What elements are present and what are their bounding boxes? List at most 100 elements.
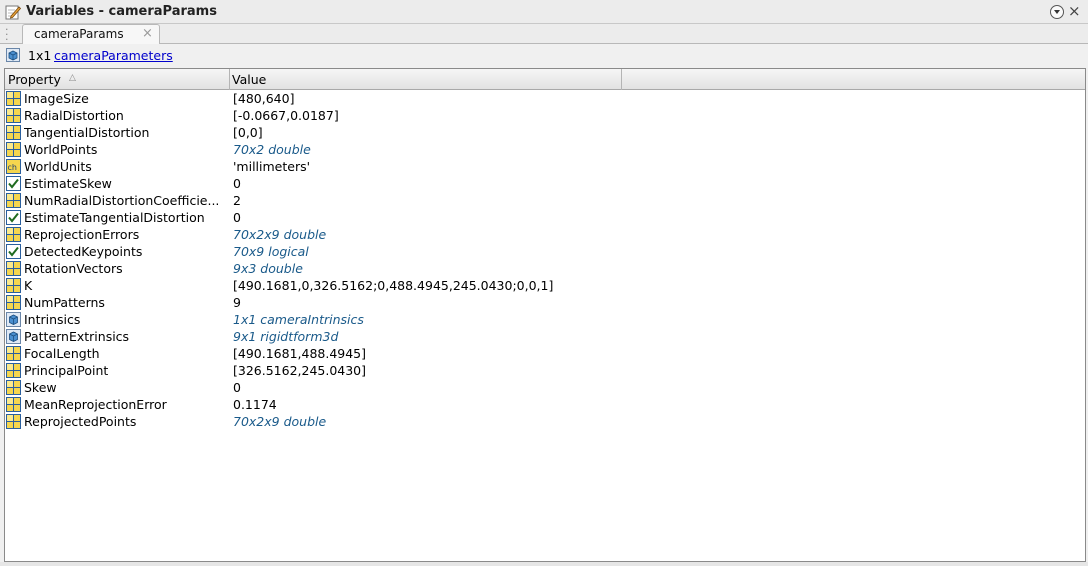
panel-menu-button[interactable] <box>1050 5 1064 19</box>
table-row[interactable]: Skew 0 <box>5 379 1085 396</box>
grid-icon <box>6 91 21 106</box>
grid-icon <box>6 346 21 361</box>
property-value: 0 <box>233 210 241 225</box>
table-row[interactable]: TangentialDistortion [0,0] <box>5 124 1085 141</box>
table-row[interactable]: EstimateSkew 0 <box>5 175 1085 192</box>
property-name: FocalLength <box>24 346 100 361</box>
table-row[interactable]: RotationVectors 9x3 double <box>5 260 1085 277</box>
pencil-icon <box>5 5 21 20</box>
property-name: WorldPoints <box>24 142 98 157</box>
property-name: Skew <box>24 380 57 395</box>
property-name: WorldUnits <box>24 159 92 174</box>
property-value-link[interactable]: 70x2x9 double <box>233 227 326 242</box>
property-name: PatternExtrinsics <box>24 329 130 344</box>
property-value: 0 <box>233 380 241 395</box>
property-value-link[interactable]: 70x2 double <box>233 142 311 157</box>
property-value: [490.1681,488.4945] <box>233 346 367 361</box>
table-row[interactable]: NumPatterns 9 <box>5 294 1085 311</box>
grid-icon <box>6 278 21 293</box>
column-header-empty <box>622 69 1085 90</box>
property-value: 'millimeters' <box>233 159 311 174</box>
property-value: [326.5162,245.0430] <box>233 363 367 378</box>
property-name: RotationVectors <box>24 261 123 276</box>
property-value: [480,640] <box>233 91 295 106</box>
table-row[interactable]: ReprojectionErrors 70x2x9 double <box>5 226 1085 243</box>
object-icon <box>6 329 21 344</box>
object-icon <box>6 312 21 327</box>
property-name: ReprojectedPoints <box>24 414 137 429</box>
property-value: 0 <box>233 176 241 191</box>
property-value: [490.1681,0,326.5162;0,488.4945,245.0430… <box>233 278 554 293</box>
svg-text:ch: ch <box>8 163 17 172</box>
property-value-link[interactable]: 70x2x9 double <box>233 414 326 429</box>
property-value: [0,0] <box>233 125 263 140</box>
sort-ascending-icon: △ <box>69 73 76 83</box>
table-header: Property △ Value <box>5 69 1085 90</box>
grid-icon <box>6 414 21 429</box>
table-row[interactable]: FocalLength [490.1681,488.4945] <box>5 345 1085 362</box>
grid-icon <box>6 397 21 412</box>
grid-icon <box>6 295 21 310</box>
table-row[interactable]: NumRadialDistortionCoefficie... 2 <box>5 192 1085 209</box>
property-name: EstimateTangentialDistortion <box>24 210 205 225</box>
tab-cameraparams[interactable]: cameraParams × <box>22 24 160 44</box>
grid-icon <box>6 227 21 242</box>
char-icon: ch <box>6 159 21 174</box>
bottom-border <box>0 562 1088 566</box>
property-value-link[interactable]: 1x1 cameraIntrinsics <box>233 312 364 327</box>
property-name: Intrinsics <box>24 312 81 327</box>
grid-icon <box>6 108 21 123</box>
grid-icon <box>6 261 21 276</box>
variable-info-bar: 1x1 cameraParameters <box>0 44 1088 68</box>
property-value-link[interactable]: 9x3 double <box>233 261 303 276</box>
table-row[interactable]: ReprojectedPoints 70x2x9 double <box>5 413 1085 430</box>
table-body: ImageSize [480,640] RadialDistortion [-0.06… <box>5 90 1085 430</box>
table-row[interactable]: RadialDistortion [-0.0667,0.0187] <box>5 107 1085 124</box>
table-row[interactable]: DetectedKeypoints 70x9 logical <box>5 243 1085 260</box>
property-name: NumRadialDistortionCoefficie... <box>24 193 220 208</box>
table-row[interactable]: K [490.1681,0,326.5162;0,488.4945,245.043… <box>5 277 1085 294</box>
tab-close-icon[interactable]: × <box>142 26 153 41</box>
window-close-button[interactable]: × <box>1068 2 1081 20</box>
checkbox-icon <box>6 176 21 191</box>
property-value: [-0.0667,0.0187] <box>233 108 339 123</box>
property-name: PrincipalPoint <box>24 363 109 378</box>
table-row[interactable]: EstimateTangentialDistortion 0 <box>5 209 1085 226</box>
grid-icon <box>6 142 21 157</box>
table-row[interactable]: WorldPoints 70x2 double <box>5 141 1085 158</box>
property-name: NumPatterns <box>24 295 105 310</box>
table-row[interactable]: ImageSize [480,640] <box>5 90 1085 107</box>
table-row[interactable]: PrincipalPoint [326.5162,245.0430] <box>5 362 1085 379</box>
property-value: 9 <box>233 295 241 310</box>
drag-grip-icon[interactable]: · · · <box>5 24 9 45</box>
table-row[interactable]: MeanReprojectionError 0.1174 <box>5 396 1085 413</box>
property-name: RadialDistortion <box>24 108 124 123</box>
property-name: ReprojectionErrors <box>24 227 140 242</box>
table-row[interactable]: ch WorldUnits 'millimeters' <box>5 158 1085 175</box>
property-name: DetectedKeypoints <box>24 244 143 259</box>
window-title: Variables - cameraParams <box>26 4 217 19</box>
grid-icon <box>6 125 21 140</box>
property-name: MeanReprojectionError <box>24 397 167 412</box>
column-header-property[interactable]: Property △ <box>5 69 230 90</box>
property-value-link[interactable]: 70x9 logical <box>233 244 309 259</box>
property-name: K <box>24 278 33 293</box>
property-value-link[interactable]: 9x1 rigidtform3d <box>233 329 338 344</box>
property-value: 0.1174 <box>233 397 277 412</box>
property-name: TangentialDistortion <box>24 125 150 140</box>
column-header-value[interactable]: Value <box>230 69 622 90</box>
variable-size: 1x1 <box>28 48 52 63</box>
property-name: ImageSize <box>24 91 89 106</box>
checkbox-icon <box>6 210 21 225</box>
tab-label: cameraParams <box>34 27 124 41</box>
property-name: EstimateSkew <box>24 176 112 191</box>
grid-icon <box>6 363 21 378</box>
grid-icon <box>6 193 21 208</box>
class-link[interactable]: cameraParameters <box>54 48 173 63</box>
table-row[interactable]: Intrinsics 1x1 cameraIntrinsics <box>5 311 1085 328</box>
table-row[interactable]: PatternExtrinsics 9x1 rigidtform3d <box>5 328 1085 345</box>
tab-bar: · · · cameraParams × <box>0 24 1088 45</box>
grid-icon <box>6 380 21 395</box>
property-value: 2 <box>233 193 241 208</box>
object-icon <box>6 48 20 62</box>
